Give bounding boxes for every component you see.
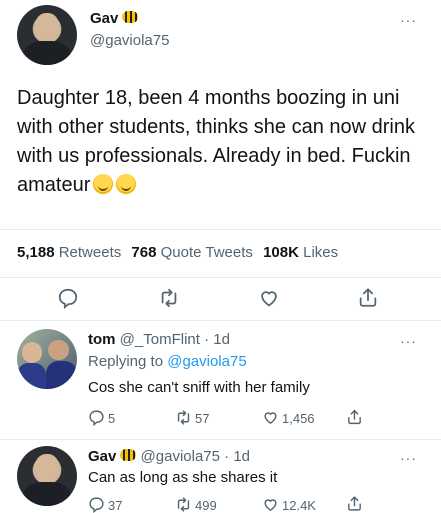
stats-row: 5,188 Retweets 768 Quote Tweets 108K Lik…	[17, 244, 338, 261]
reply-author-handle[interactable]: @gaviola75	[141, 448, 220, 465]
reply-header: Gav @gaviola75 · 1d	[88, 448, 250, 465]
tweet-text: Daughter 18, been 4 months boozing in un…	[17, 84, 422, 200]
reply-avatar[interactable]	[17, 446, 77, 506]
reply-author-name[interactable]: tom	[88, 331, 116, 348]
like-icon[interactable]	[262, 496, 279, 513]
like-icon[interactable]	[262, 409, 279, 426]
retweet-icon[interactable]	[175, 409, 192, 426]
like-count: 1,456	[282, 411, 315, 426]
reply-author-name[interactable]: Gav	[88, 448, 116, 465]
likes-stat[interactable]: 108K Likes	[263, 244, 338, 261]
quotes-stat[interactable]: 768 Quote Tweets	[131, 244, 252, 261]
author-handle[interactable]: @gaviola75	[90, 32, 169, 49]
tweet-body: Daughter 18, been 4 months boozing in un…	[17, 87, 415, 196]
reply-icon[interactable]	[57, 287, 79, 309]
retweet-count: 499	[195, 498, 217, 513]
reply-header: tom @_TomFlint · 1d	[88, 331, 230, 348]
reply-time[interactable]: · 1d	[204, 331, 230, 348]
like-icon[interactable]	[258, 287, 280, 309]
divider	[0, 277, 441, 278]
like-count: 12.4K	[282, 498, 316, 513]
rofl-emoji-icon	[93, 174, 114, 194]
reply-text: Cos she can't sniff with her family	[88, 379, 310, 396]
divider	[0, 439, 441, 440]
replying-to: Replying to @gaviola75	[88, 353, 247, 370]
more-icon[interactable]: ···	[400, 450, 417, 466]
more-icon[interactable]: ···	[400, 12, 417, 28]
reply-icon[interactable]	[88, 496, 105, 513]
bee-emoji-icon	[120, 449, 137, 461]
reply-icon[interactable]	[88, 409, 105, 426]
bee-emoji-icon	[122, 11, 139, 23]
share-icon[interactable]	[357, 286, 379, 309]
reply-text: Can as long as she shares it	[88, 469, 278, 486]
retweets-stat[interactable]: 5,188 Retweets	[17, 244, 121, 261]
divider	[0, 320, 441, 321]
author-name[interactable]: Gav	[90, 10, 118, 27]
divider	[0, 229, 441, 230]
rofl-emoji-icon	[116, 174, 137, 194]
reply-author-handle[interactable]: @_TomFlint	[120, 331, 200, 348]
reply-count: 37	[108, 498, 123, 513]
share-icon[interactable]	[346, 495, 363, 512]
retweet-icon[interactable]	[158, 287, 180, 309]
retweet-icon[interactable]	[175, 496, 192, 513]
replying-to-link[interactable]: @gaviola75	[167, 353, 246, 370]
more-icon[interactable]: ···	[400, 333, 417, 349]
author-name-row[interactable]: Gav	[90, 10, 139, 28]
retweet-count: 57	[195, 411, 210, 426]
reply-avatar[interactable]	[17, 329, 77, 389]
author-avatar[interactable]	[17, 5, 77, 65]
reply-time[interactable]: · 1d	[224, 448, 250, 465]
reply-count: 5	[108, 411, 116, 426]
share-icon[interactable]	[346, 408, 363, 426]
